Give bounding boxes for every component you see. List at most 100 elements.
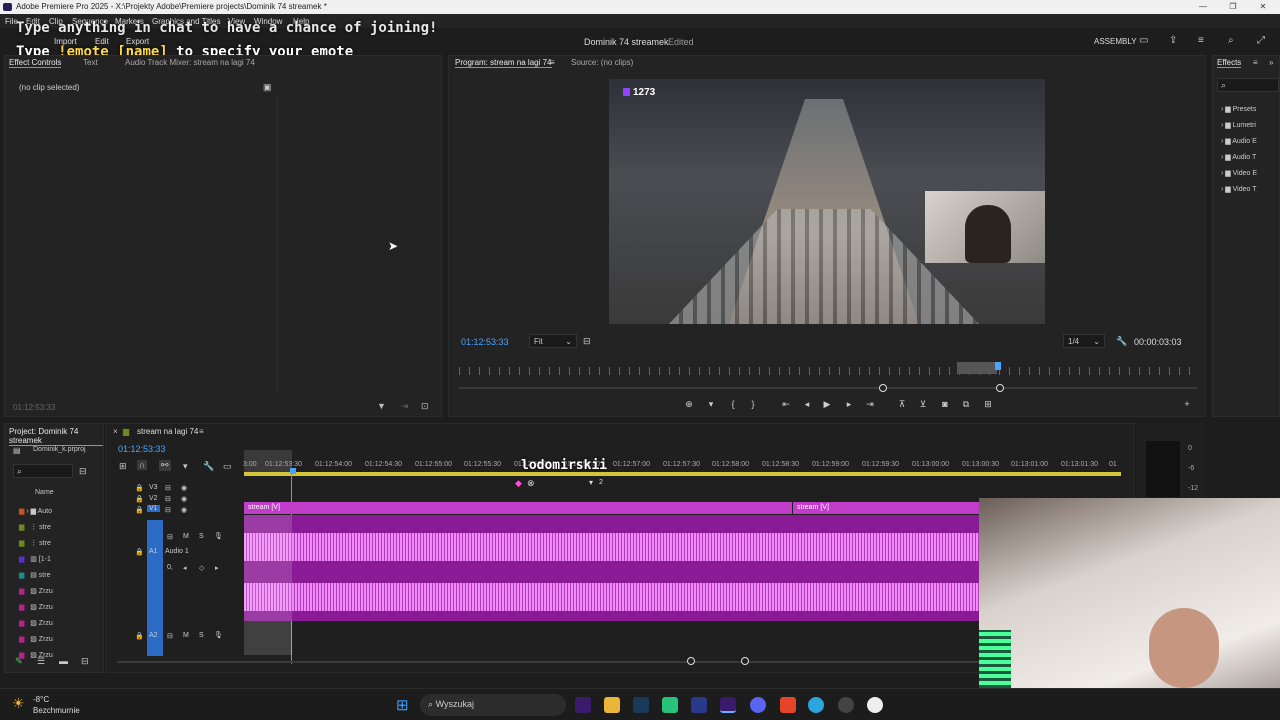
add-keyframe-icon[interactable]: ◇ (199, 564, 204, 572)
mute-button[interactable]: M (183, 632, 189, 639)
microphone-icon[interactable]: 🎙 (214, 532, 223, 540)
panel-menu-icon[interactable]: ≡ (550, 58, 555, 67)
sync-lock-icon[interactable]: ⊟ (165, 495, 171, 503)
mute-button[interactable]: M (183, 533, 189, 540)
workspace-assembly[interactable]: ASSEMBLY (1094, 37, 1137, 46)
tab-text[interactable]: Text (83, 58, 98, 67)
obs-icon[interactable] (867, 697, 883, 713)
fullscreen-icon[interactable]: ⤢ (1257, 35, 1265, 46)
track-v1-label[interactable]: V1 (147, 505, 160, 512)
close-tab-icon[interactable]: × (113, 427, 118, 436)
effects-folder-audio-transitions[interactable]: › ▆ Audio T (1221, 150, 1257, 166)
fit-dropdown[interactable]: Fit ⌄ (529, 334, 577, 348)
project-item[interactable]: ▆ ▨ Zrzu (19, 616, 53, 632)
effects-folder-video-transitions[interactable]: › ▆ Video T (1221, 182, 1257, 198)
timeline-ruler[interactable]: 3:00 01:12:53:30 01:12:54:00 01:12:54:30… (243, 461, 1123, 471)
timeline-timecode[interactable]: 01:12:53:33 (118, 444, 166, 454)
settings-icon[interactable]: ≡ (1198, 35, 1204, 46)
play-icon[interactable]: ▶ (821, 399, 833, 410)
project-item[interactable]: ▆ ▨ Zrzu (19, 600, 53, 616)
effects-folder-video-effects[interactable]: › ▆ Video E (1221, 166, 1257, 182)
go-to-out-icon[interactable]: ⇥ (864, 399, 876, 410)
program-playhead[interactable] (995, 362, 1001, 370)
eye-icon[interactable]: ◉ (181, 495, 187, 503)
workspaces-icon[interactable]: ▭ (1139, 35, 1148, 46)
project-item[interactable]: ▆ ▤ stre (19, 568, 53, 584)
panel-menu-icon[interactable]: ≡ (1253, 58, 1258, 67)
microphone-icon[interactable]: 🎙 (214, 631, 223, 639)
marker-icon[interactable]: ⊗ (527, 478, 535, 489)
project-item[interactable]: ▆ ⋮ stre (19, 536, 53, 552)
zoom-bar[interactable] (459, 387, 1197, 389)
lock-icon[interactable]: 🔒 (135, 548, 144, 556)
marker-icon[interactable]: ▾ (589, 478, 593, 487)
program-video-frame[interactable]: 1273 (609, 79, 1045, 324)
vr-icon[interactable]: ⊞ (982, 399, 994, 410)
snap-icon[interactable]: ∩ (137, 460, 148, 470)
maximize-icon[interactable]: ❐ (1225, 1, 1241, 13)
step-back-icon[interactable]: ◂ (801, 399, 813, 410)
effects-folder-presets[interactable]: › ▆ Presets (1221, 102, 1257, 118)
next-keyframe-icon[interactable]: ▸ (215, 564, 219, 572)
video-clip-2[interactable]: stream [V] (793, 502, 981, 514)
lift-icon[interactable]: ⊼ (896, 399, 908, 410)
scroll-handle-left[interactable] (687, 657, 695, 665)
add-marker-icon[interactable]: ⊕ (683, 399, 695, 410)
close-icon[interactable]: ✕ (1255, 1, 1271, 13)
marker-icon[interactable]: ◆ (515, 478, 522, 489)
effects-folder-lumetri[interactable]: › ▆ Lumetri (1221, 118, 1257, 134)
steam-icon[interactable] (633, 697, 649, 713)
sync-lock-icon[interactable]: ⊟ (167, 632, 173, 640)
solo-button[interactable]: S (199, 632, 204, 639)
sync-lock-icon[interactable]: ⊟ (165, 484, 171, 492)
button-editor-icon[interactable]: + (1181, 399, 1193, 409)
lock-icon[interactable]: 🔒 (135, 495, 144, 503)
safe-margins-icon[interactable]: ⊟ (583, 336, 591, 347)
tab-project[interactable]: Project: Dominik 74 streamek (9, 427, 103, 446)
zoom-handle-right[interactable] (996, 384, 1004, 392)
scroll-handle-right[interactable] (741, 657, 749, 665)
go-to-in-icon[interactable]: ⇤ (780, 399, 792, 410)
resolution-dropdown[interactable]: 1/4 ⌄ (1063, 334, 1105, 348)
project-search-input[interactable]: ⌕ (13, 464, 73, 478)
photoshop-icon[interactable] (691, 697, 707, 713)
solo-button[interactable]: S (199, 533, 204, 540)
freeform-view-icon[interactable]: ⊟ (81, 656, 89, 667)
lock-icon[interactable]: 🔒 (135, 632, 144, 640)
panel-menu-icon[interactable]: ≡ (199, 427, 204, 436)
list-view-icon[interactable]: ☰ (37, 656, 45, 667)
premiere-icon[interactable] (720, 697, 736, 713)
export-icon[interactable]: ⇥ (401, 401, 409, 412)
project-item[interactable]: ▆ ⋮ stre (19, 520, 53, 536)
filter-icon[interactable]: ▼ (377, 401, 386, 411)
pencil-icon[interactable]: ✎ (15, 656, 23, 667)
menu-icon[interactable]: ⊡ (421, 401, 429, 412)
minimize-icon[interactable]: — (1195, 1, 1211, 13)
lock-icon[interactable]: 🔒 (135, 506, 144, 514)
marker-icon[interactable]: ▾ (705, 399, 717, 410)
wrench-icon[interactable]: 🔧 (1116, 336, 1127, 347)
settings-app-icon[interactable] (838, 697, 854, 713)
name-column-header[interactable]: Name (35, 489, 54, 496)
project-item[interactable]: ▆ ▨ Zrzu (19, 584, 53, 600)
project-item[interactable]: ▆ ▨ Zrzu (19, 632, 53, 648)
weather-desc[interactable]: Bezchmurnie (33, 706, 80, 715)
track-level[interactable]: 0, (167, 564, 173, 571)
project-item[interactable]: ▆ ▨ Zrzu (19, 648, 53, 664)
weather-temp[interactable]: -8°C (33, 695, 49, 704)
mark-out-icon[interactable]: } (747, 399, 759, 409)
wrench-icon[interactable]: 🔧 (203, 461, 214, 472)
panel-expand-icon[interactable]: » (1269, 58, 1273, 67)
nest-icon[interactable]: ⊞ (119, 461, 127, 472)
telegram-icon[interactable] (808, 697, 824, 713)
panel-toggle-icon[interactable]: ▣ (263, 82, 272, 93)
effects-search-input[interactable]: ⌕ (1217, 78, 1279, 92)
prev-keyframe-icon[interactable]: ◂ (183, 564, 187, 572)
captions-icon[interactable]: ▭ (223, 461, 232, 472)
tab-program[interactable]: Program: stream na lagi 74 (455, 58, 552, 68)
windows-start-icon[interactable]: ⊞ (396, 696, 409, 714)
after-effects-icon[interactable] (575, 697, 591, 713)
weather-icon[interactable]: ☀ (12, 695, 25, 712)
eye-icon[interactable]: ◉ (181, 506, 187, 514)
new-bin-icon[interactable]: ⊟ (79, 466, 87, 477)
